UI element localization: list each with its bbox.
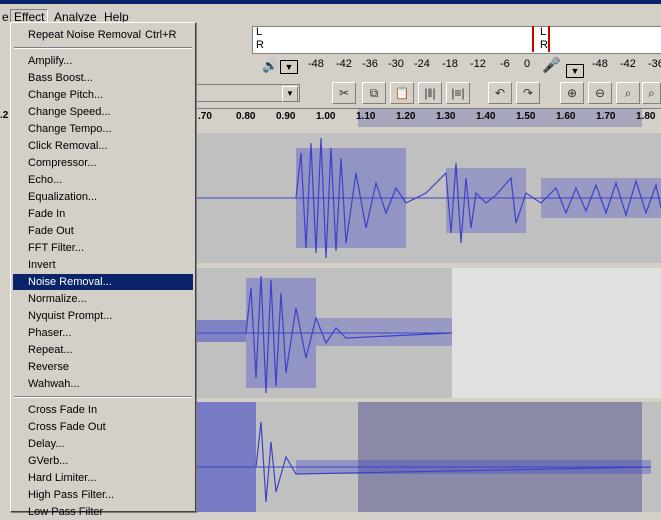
timeline-ruler[interactable]: .70 0.80 0.90 1.00 1.10 1.20 1.30 1.40 1… <box>196 108 661 127</box>
ruler-label: 1.10 <box>356 111 376 122</box>
redo-icon[interactable]: ↷ <box>516 82 540 104</box>
ruler-label: 0.80 <box>236 111 256 122</box>
rec-meter-label-r: R <box>540 39 548 51</box>
tick: -36 <box>362 58 378 70</box>
tick: -48 <box>308 58 324 70</box>
ruler-label: .70 <box>198 111 212 122</box>
tick: -30 <box>388 58 404 70</box>
ruler-label: 1.60 <box>556 111 576 122</box>
waveform-2 <box>196 275 453 394</box>
undo-icon[interactable]: ↶ <box>488 82 512 104</box>
playback-meter-menu-icon[interactable]: ▼ <box>280 60 298 74</box>
ruler-label: 1.30 <box>436 111 456 122</box>
menu-item-change-pitch[interactable]: Change Pitch... <box>13 87 193 103</box>
ruler-label-left: .2 <box>0 110 9 121</box>
tick: -6 <box>500 58 510 70</box>
tick: -12 <box>470 58 486 70</box>
ruler-label: 1.80 <box>636 111 656 122</box>
menu-item-fade-in[interactable]: Fade In <box>13 206 193 222</box>
menu-item-amplify[interactable]: Amplify... <box>13 53 193 69</box>
menu-separator <box>14 396 192 398</box>
menu-item-repeat-noise-removal[interactable]: Repeat Noise Removal Ctrl+R <box>13 27 193 43</box>
menu-item-wahwah[interactable]: Wahwah... <box>13 376 193 392</box>
ruler-label: 1.40 <box>476 111 496 122</box>
tick: -42 <box>336 58 352 70</box>
menu-item-reverse[interactable]: Reverse <box>13 359 193 375</box>
menu-item-normalize[interactable]: Normalize... <box>13 291 193 307</box>
silence-icon[interactable]: |≡| <box>446 82 470 104</box>
menu-item-delay[interactable]: Delay... <box>13 436 193 452</box>
menu-item-high-pass-filter[interactable]: High Pass Filter... <box>13 487 193 503</box>
paste-icon[interactable]: 📋 <box>390 82 414 104</box>
tick: 0 <box>524 58 531 70</box>
menu-item-cross-fade-out[interactable]: Cross Fade Out <box>13 419 193 435</box>
menu-item-label: Repeat Noise Removal <box>28 29 142 41</box>
ruler-label: 1.00 <box>316 111 336 122</box>
menu-item-fft-filter[interactable]: FFT Filter... <box>13 240 193 256</box>
playback-meter <box>252 26 661 54</box>
device-select[interactable]: ▼ <box>196 84 300 102</box>
speaker-icon[interactable]: 🔊 <box>262 58 278 74</box>
menu-item-click-removal[interactable]: Click Removal... <box>13 138 193 154</box>
record-meter-menu-icon[interactable]: ▼ <box>566 64 584 78</box>
menu-item-phaser[interactable]: Phaser... <box>13 325 193 341</box>
tick: -48 <box>592 58 608 70</box>
zoom-in-icon[interactable]: ⊕ <box>560 82 584 104</box>
menu-item-fade-out[interactable]: Fade Out <box>13 223 193 239</box>
copy-icon[interactable]: ⧉ <box>362 82 386 104</box>
rec-meter-label-l: L <box>540 26 547 38</box>
menu-item-repeat[interactable]: Repeat... <box>13 342 193 358</box>
waveform-3 <box>196 402 652 512</box>
scissors-icon[interactable]: ✂ <box>332 82 356 104</box>
menu-item-cross-fade-in[interactable]: Cross Fade In <box>13 402 193 418</box>
menu-item-nyquist-prompt[interactable]: Nyquist Prompt... <box>13 308 193 324</box>
ruler-label: 1.50 <box>516 111 536 122</box>
tick: -24 <box>414 58 430 70</box>
peak-marker <box>532 26 534 52</box>
audio-track-2[interactable] <box>196 268 661 398</box>
menu-item-gverb[interactable]: GVerb... <box>13 453 193 469</box>
menu-item-noise-removal[interactable]: Noise Removal... <box>13 274 193 290</box>
ruler-label: 1.70 <box>596 111 616 122</box>
menu-item-hard-limiter[interactable]: Hard Limiter... <box>13 470 193 486</box>
ruler-label: 1.20 <box>396 111 416 122</box>
waveform-1 <box>196 137 661 259</box>
ruler-label: 0.90 <box>276 111 296 122</box>
chevron-down-icon[interactable]: ▼ <box>282 86 298 102</box>
menu-item-equalization[interactable]: Equalization... <box>13 189 193 205</box>
meter-label-r: R <box>256 39 264 51</box>
menu-item-shortcut: Ctrl+R <box>145 29 177 41</box>
trim-icon[interactable]: |‖| <box>418 82 442 104</box>
menu-item-low-pass-filter[interactable]: Low Pass Filter <box>13 504 193 520</box>
menu-item-invert[interactable]: Invert <box>13 257 193 273</box>
menu-item-change-tempo[interactable]: Change Tempo... <box>13 121 193 137</box>
menu-separator <box>14 47 192 49</box>
microphone-icon[interactable]: 🎤 <box>542 56 561 74</box>
meter-label-l: L <box>256 26 263 38</box>
menu-item-echo[interactable]: Echo... <box>13 172 193 188</box>
rec-peak-marker <box>548 26 550 52</box>
menu-item-compressor[interactable]: Compressor... <box>13 155 193 171</box>
tick: -42 <box>620 58 636 70</box>
tick: -36 <box>648 58 661 70</box>
fit-selection-icon[interactable]: ⌕ <box>616 82 640 104</box>
menu-item-change-speed[interactable]: Change Speed... <box>13 104 193 120</box>
audio-track-3[interactable] <box>196 402 661 512</box>
audio-track-1[interactable] <box>196 133 661 263</box>
zoom-out-icon[interactable]: ⊖ <box>588 82 612 104</box>
fit-project-icon[interactable]: ⌕ <box>642 82 661 104</box>
effect-menu: Repeat Noise Removal Ctrl+R Amplify... B… <box>10 22 196 518</box>
menu-item-bass-boost[interactable]: Bass Boost... <box>13 70 193 86</box>
tick: -18 <box>442 58 458 70</box>
